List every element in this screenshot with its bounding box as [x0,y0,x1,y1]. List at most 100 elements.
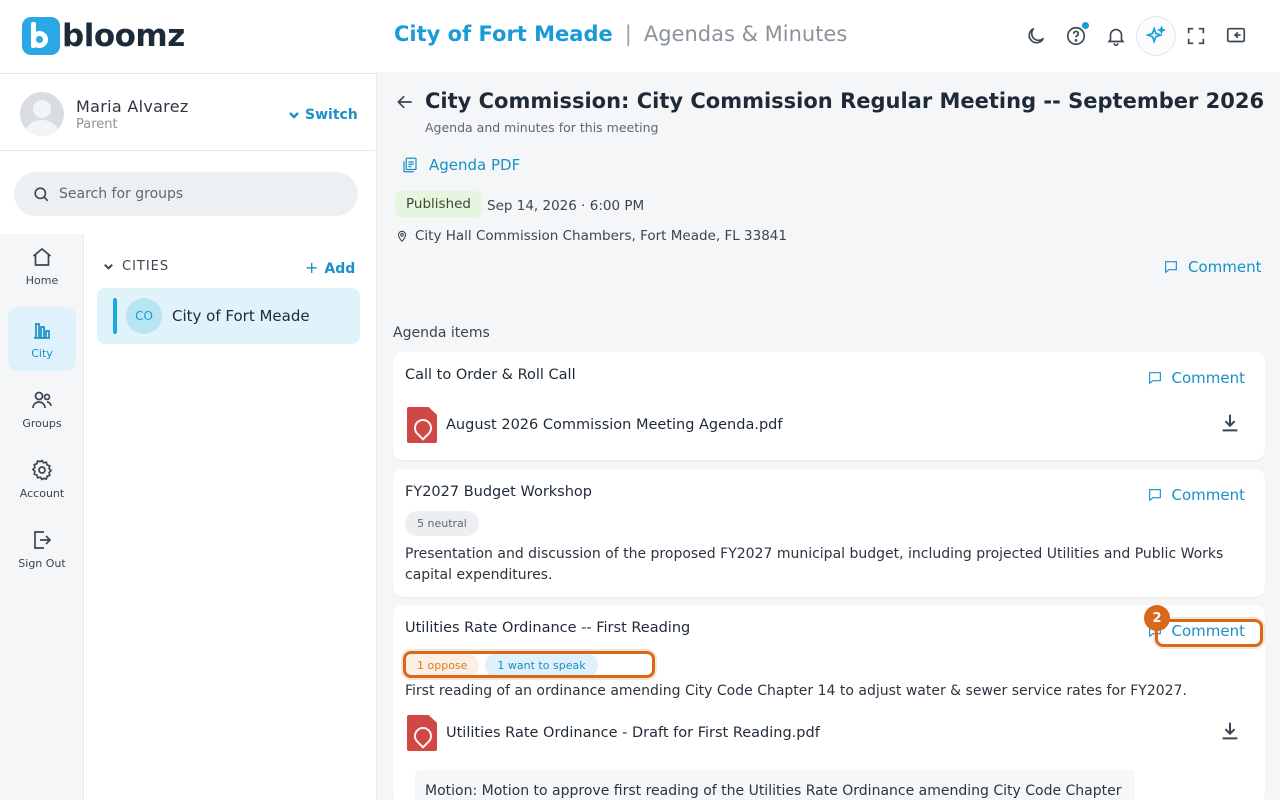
switch-button[interactable]: Switch [288,107,358,123]
comment-label: Comment [1171,486,1246,504]
nav-account[interactable]: Account [8,447,76,511]
top-bar: bloomz City of Fort Meade | Agendas & Mi… [0,0,1280,74]
switch-label: Switch [305,107,358,123]
group-search [14,172,358,216]
nav-home[interactable]: Home [8,234,76,298]
attachment-name: August 2026 Commission Meeting Agenda.pd… [446,417,783,433]
active-indicator [113,298,117,334]
gear-icon [31,459,53,481]
user-name: Maria Alvarez [76,97,189,116]
map-pin-icon [397,230,407,243]
bloomz-logo[interactable]: bloomz [22,16,185,56]
neutral-chip: 5 neutral [405,511,479,536]
stance-chips: 5 neutral [405,511,479,536]
agenda-pdf-label: Agenda PDF [429,156,521,174]
agenda-item-description: First reading of an ordinance amending C… [405,683,1187,699]
logo-mark [22,17,60,55]
back-button[interactable] [395,92,415,116]
attachment-name: Utilities Rate Ordinance - Draft for Fir… [446,725,820,741]
sign-out-icon [34,531,52,549]
chevron-down-icon [104,263,113,270]
agenda-item-description: Presentation and discussion of the propo… [405,546,1224,583]
page-subtitle: Agenda and minutes for this meeting [425,120,659,135]
add-label: Add [324,261,356,277]
home-icon [32,247,52,266]
pdf-file-icon [403,157,417,173]
user-box: Maria Alvarez Parent Switch [0,75,375,151]
pdf-icon [407,407,437,443]
moon-icon[interactable] [1016,16,1056,56]
step-badge: 2 [1144,605,1170,631]
comment-label: Comment [1188,258,1262,276]
sparkle-icon[interactable] [1136,16,1176,56]
avatar[interactable] [20,92,64,136]
page-title: City Commission: City Commission Regular… [425,89,1265,113]
nav-groups[interactable]: Groups [8,377,76,441]
nav-account-label: Account [19,487,65,500]
help-notification-dot [1081,21,1090,30]
location-text: City Hall Commission Chambers, Fort Mead… [415,228,787,244]
agenda-item-card: FY2027 Budget Workshop Comment 5 neutral… [393,469,1265,597]
status-badge: Published [395,191,482,217]
download-button[interactable] [1219,412,1241,438]
motion-text: Motion: Motion to approve first reading … [415,770,1135,800]
top-icons [1016,16,1256,56]
agenda-item-title: Utilities Rate Ordinance -- First Readin… [405,620,691,636]
download-button[interactable] [1219,720,1241,746]
nav-rail: Home City Groups Account Sign Out [0,234,84,800]
agenda-item-title: Call to Order & Roll Call [405,367,576,383]
attachment-link[interactable]: August 2026 Commission Meeting Agenda.pd… [407,407,782,443]
logo-text: bloomz [62,18,185,54]
add-group-button[interactable]: + Add [305,258,355,277]
groups-panel: CITIES + Add CO City of Fort Meade [85,234,375,800]
agenda-item-comment-button[interactable]: Comment [1147,369,1246,387]
help-icon[interactable] [1056,16,1096,56]
group-item-city-of-fort-meade[interactable]: CO City of Fort Meade [97,288,360,344]
nav-sign-out[interactable]: Sign Out [8,517,76,581]
comment-icon [1165,261,1177,274]
agenda-items-heading: Agenda items [393,325,490,341]
nav-groups-label: Groups [22,417,62,430]
collapse-panel-icon[interactable] [1216,16,1256,56]
cities-section-toggle[interactable]: CITIES [103,259,169,274]
meeting-comment-button[interactable]: Comment [1163,258,1262,276]
chips-highlight [403,651,655,678]
chevron-down-icon [289,112,299,119]
group-name: City of Fort Meade [172,307,310,325]
app-title: City of Fort Meade | Agendas & Minutes [394,22,847,46]
city-icon [34,323,50,339]
header-section: Agendas & Minutes [643,22,848,46]
attachment-link[interactable]: Utilities Rate Ordinance - Draft for Fir… [407,715,820,751]
cities-heading: CITIES [122,259,170,274]
comment-label: Comment [1171,369,1246,387]
agenda-item-title: FY2027 Budget Workshop [405,484,593,500]
agenda-pdf-link[interactable]: Agenda PDF [401,156,520,174]
main-content: City Commission: City Commission Regular… [376,72,1280,800]
plus-icon: + [305,258,319,277]
nav-sign-out-label: Sign Out [18,557,66,570]
bell-icon[interactable] [1096,16,1136,56]
arrow-left-icon [397,95,412,109]
fullscreen-icon[interactable] [1176,16,1216,56]
groups-icon [32,391,52,409]
pdf-icon [407,715,437,751]
search-input[interactable] [59,186,339,202]
agenda-item-card: Call to Order & Roll Call Comment August… [393,352,1265,460]
meeting-datetime: Sep 14, 2026 · 6:00 PM [487,198,645,214]
agenda-item-comment-button[interactable]: Comment [1147,486,1246,504]
nav-city-label: City [31,347,53,360]
group-avatar: CO [126,298,162,334]
nav-home-label: Home [25,274,59,287]
user-role: Parent [76,117,118,132]
comment-highlight [1155,619,1263,647]
search-icon [34,186,49,201]
header-separator: | [624,22,632,46]
header-city: City of Fort Meade [394,22,613,46]
comment-icon [1148,372,1161,385]
agenda-item-card: Utilities Rate Ordinance -- First Readin… [393,605,1265,800]
nav-city[interactable]: City [8,307,76,371]
download-icon [1222,722,1238,740]
comment-icon [1148,489,1161,502]
meeting-location: City Hall Commission Chambers, Fort Mead… [395,228,787,244]
download-icon [1222,414,1238,432]
